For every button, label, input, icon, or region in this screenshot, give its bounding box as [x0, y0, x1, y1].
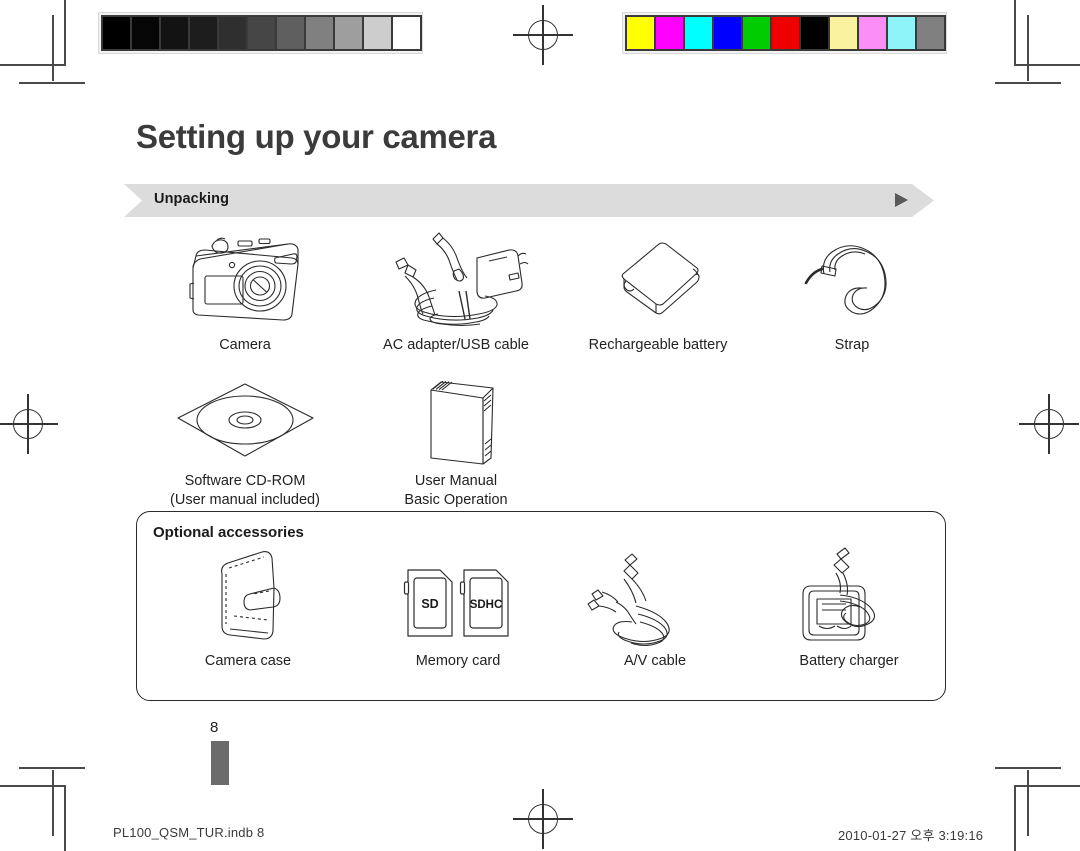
unpacking-item-battery: Rechargeable battery	[558, 228, 758, 355]
unpacking-item-strap-caption: Strap	[758, 336, 946, 355]
battery-icon	[558, 228, 758, 328]
grayscale-patch	[130, 15, 161, 51]
crop-mark-top-left	[0, 0, 90, 90]
registration-target-bottom	[513, 789, 573, 849]
color-patch	[625, 15, 656, 51]
optional-item-camera-case: Camera case	[137, 544, 359, 671]
caption-main: Memory card	[415, 653, 501, 669]
color-patch	[654, 15, 685, 51]
grayscale-patch	[362, 15, 393, 51]
camera-case-icon	[137, 544, 359, 644]
color-patch	[915, 15, 946, 51]
crop-mark-bottom-left	[0, 761, 90, 851]
registration-target-top	[513, 5, 573, 65]
strap-icon	[758, 228, 946, 328]
grayscale-patch	[391, 15, 422, 51]
footer-filename: PL100_QSM_TUR.indb 8	[113, 825, 265, 840]
grayscale-patch	[159, 15, 190, 51]
caption-sub: (User manual included)	[170, 492, 320, 508]
color-patch	[828, 15, 859, 51]
unpacking-item-ac-adapter-caption: AC adapter/USB cable	[354, 336, 558, 355]
caption-main: User Manual	[414, 473, 498, 489]
page-title: Setting up your camera	[136, 118, 497, 155]
optional-item-battery-charger-caption: Battery charger	[753, 652, 945, 671]
grayscale-patch	[333, 15, 364, 51]
unpacking-item-camera-caption: Camera	[136, 336, 354, 355]
unpacking-item-camera: Camera	[136, 228, 354, 355]
caption-main: A/V cable	[623, 653, 687, 669]
grayscale-patch	[188, 15, 219, 51]
page-number: 8	[210, 719, 219, 736]
optional-item-battery-charger: Battery charger	[753, 544, 945, 671]
optional-item-memory-card: SD SDHC Memory card	[359, 544, 557, 671]
color-patch	[857, 15, 888, 51]
color-patch	[741, 15, 772, 51]
page-marker-bar	[211, 741, 229, 785]
footer-timestamp: 2010-01-27 오후 3:19:16	[838, 828, 984, 843]
unpacking-item-user-manual-caption: User Manual Basic Operation	[354, 472, 558, 510]
memory-card-sd-label: SD	[421, 597, 438, 611]
crop-mark-top-right	[990, 0, 1080, 90]
caption-main: Software CD-ROM	[184, 473, 306, 489]
caption-main: Camera	[219, 337, 271, 353]
av-cable-icon	[557, 544, 753, 647]
optional-item-av-cable-caption: A/V cable	[557, 652, 753, 671]
caption-main: Battery charger	[799, 653, 899, 669]
memory-card-sdhc-label: SDHC	[470, 599, 503, 611]
color-patch	[683, 15, 714, 51]
registration-target-left	[0, 394, 58, 454]
color-patch	[886, 15, 917, 51]
caption-main: AC adapter/USB cable	[383, 337, 529, 353]
optional-accessories-box: Optional accessories Camera case SD SDHC…	[136, 511, 946, 701]
ac-adapter-usb-cable-icon	[354, 228, 558, 328]
optional-accessories-title: Optional accessories	[153, 524, 304, 541]
unpacking-item-cd-rom: Software CD-ROM (User manual included)	[136, 378, 354, 510]
optional-item-av-cable: A/V cable	[557, 544, 753, 671]
unpacking-item-ac-adapter: AC adapter/USB cable	[354, 228, 558, 355]
color-patch	[712, 15, 743, 51]
user-manual-icon	[354, 378, 558, 465]
section-banner-label: Unpacking	[154, 191, 230, 207]
caption-main: Strap	[834, 337, 870, 353]
crop-mark-bottom-right	[990, 761, 1080, 851]
color-calibration-strip	[622, 12, 947, 54]
optional-item-camera-case-caption: Camera case	[137, 652, 359, 671]
grayscale-patch	[217, 15, 248, 51]
unpacking-item-strap: Strap	[758, 228, 946, 355]
grayscale-patch	[246, 15, 277, 51]
cd-rom-icon	[136, 378, 354, 464]
caption-main: Camera case	[204, 653, 292, 669]
unpacking-items-row-2: Software CD-ROM (User manual included) U…	[136, 378, 636, 510]
unpacking-items-row-1: Camera AC adapter/USB cable Rechargeable…	[136, 228, 946, 355]
grayscale-patch	[275, 15, 306, 51]
color-patch	[770, 15, 801, 51]
registration-target-right	[1019, 394, 1079, 454]
unpacking-item-user-manual: User Manual Basic Operation	[354, 378, 558, 510]
grayscale-patch	[304, 15, 335, 51]
camera-icon	[136, 228, 354, 328]
section-banner-background	[124, 184, 934, 217]
optional-accessories-row: Camera case SD SDHC Memory card A/V cabl…	[137, 544, 945, 671]
unpacking-item-battery-caption: Rechargeable battery	[558, 336, 758, 355]
caption-sub: Basic Operation	[404, 492, 508, 508]
play-triangle-icon	[895, 193, 908, 207]
color-patch	[799, 15, 830, 51]
unpacking-item-cd-rom-caption: Software CD-ROM (User manual included)	[136, 472, 354, 510]
optional-item-memory-card-caption: Memory card	[359, 652, 557, 671]
section-banner-unpacking: Unpacking	[124, 184, 934, 217]
grayscale-patch	[101, 15, 132, 51]
memory-card-icon: SD SDHC	[359, 544, 557, 644]
battery-charger-icon	[753, 544, 945, 644]
grayscale-calibration-strip	[98, 12, 423, 54]
caption-main: Rechargeable battery	[588, 337, 728, 353]
